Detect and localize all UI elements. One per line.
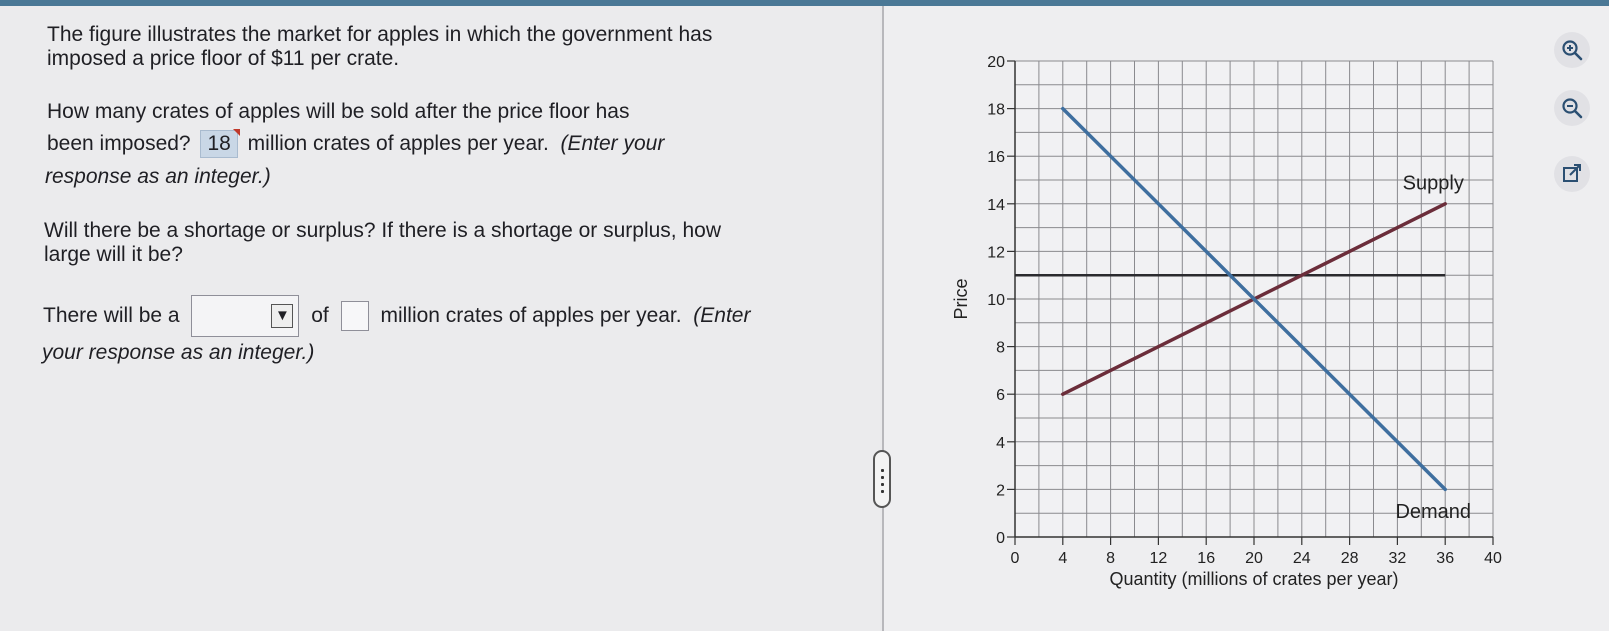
x-tick-label: 40 xyxy=(1484,550,1502,567)
question3-units: million crates of apples per year. xyxy=(380,304,682,327)
question3-prompt: There will be a xyxy=(43,304,180,327)
y-tick-label: 14 xyxy=(987,197,1005,214)
question2-line2: large will it be? xyxy=(44,243,183,266)
y-axis-title: Price xyxy=(951,278,971,319)
pane-resize-handle[interactable] xyxy=(873,450,891,508)
intro-text-line2: imposed a price floor of $11 per crate. xyxy=(47,47,400,70)
y-tick-label: 20 xyxy=(987,54,1005,71)
zoom-out-button[interactable] xyxy=(1554,90,1590,126)
shortage-surplus-dropdown[interactable]: ▼ xyxy=(191,295,300,338)
x-tick-label: 20 xyxy=(1245,550,1263,567)
y-tick-label: 10 xyxy=(987,292,1005,309)
x-tick-label: 8 xyxy=(1106,550,1115,567)
y-tick-label: 2 xyxy=(996,482,1005,499)
zoom-in-button[interactable] xyxy=(1554,32,1590,68)
question1-hint-part2: response as an integer.) xyxy=(45,165,271,188)
question3-hint-part2: your response as an integer.) xyxy=(42,341,315,364)
question3-hint-line: your response as an integer.) xyxy=(42,338,314,368)
demand-label: Demand xyxy=(1395,501,1471,523)
y-tick-label: 18 xyxy=(987,102,1005,119)
question1-hint-part1: (Enter your xyxy=(560,132,665,155)
zoom-out-icon xyxy=(1562,98,1583,119)
y-tick-label: 6 xyxy=(996,387,1005,404)
grip-dot-icon xyxy=(881,476,884,479)
y-tick-label: 12 xyxy=(987,244,1005,261)
question1-prompt: been imposed? xyxy=(47,132,191,155)
question1-answer-value: 18 xyxy=(207,132,231,155)
grip-dot-icon xyxy=(881,483,884,486)
y-tick-label: 16 xyxy=(987,149,1005,166)
amount-input[interactable] xyxy=(340,301,369,332)
dropdown-arrow-icon[interactable]: ▼ xyxy=(271,304,294,329)
grip-dot-icon xyxy=(881,490,884,493)
question3-line1: There will be a ▼ of million crates of a… xyxy=(43,295,751,338)
y-tick-label: 0 xyxy=(996,530,1005,547)
grip-dot-icon xyxy=(881,469,884,472)
question1-answer-field[interactable]: 18 xyxy=(200,129,240,158)
x-tick-label: 28 xyxy=(1341,550,1359,567)
popout-button[interactable] xyxy=(1554,156,1590,192)
y-tick-label: 4 xyxy=(996,435,1005,452)
x-tick-label: 4 xyxy=(1058,550,1067,567)
market-chart: 024681012141618200 4 8 12 16 20 24 28 32 36 40Quan… xyxy=(951,54,1502,589)
x-tick-label: 36 xyxy=(1436,550,1454,567)
x-tick-label: 32 xyxy=(1389,550,1407,567)
x-axis-title: Quantity (millions of crates per year) xyxy=(1109,569,1398,589)
x-tick-label: 0 xyxy=(1011,550,1020,567)
question1-line2: been imposed? 18 million crates of apple… xyxy=(47,129,664,159)
x-tick-label: 16 xyxy=(1197,550,1215,567)
question3-of: of xyxy=(311,304,329,327)
x-tick-label: 12 xyxy=(1150,550,1168,567)
y-tick-label: 8 xyxy=(996,340,1005,357)
question1-hint-line: response as an integer.) xyxy=(45,162,271,192)
question1-line1: How many crates of apples will be sold a… xyxy=(47,100,630,123)
question3-hint-part1: (Enter xyxy=(693,304,751,327)
supply-label: Supply xyxy=(1403,173,1464,195)
zoom-in-icon xyxy=(1562,40,1583,61)
x-tick-label: 24 xyxy=(1293,550,1311,567)
question1-units: million crates of apples per year. xyxy=(247,132,549,155)
external-link-icon xyxy=(1563,164,1581,182)
answer-flag-icon xyxy=(232,129,240,136)
